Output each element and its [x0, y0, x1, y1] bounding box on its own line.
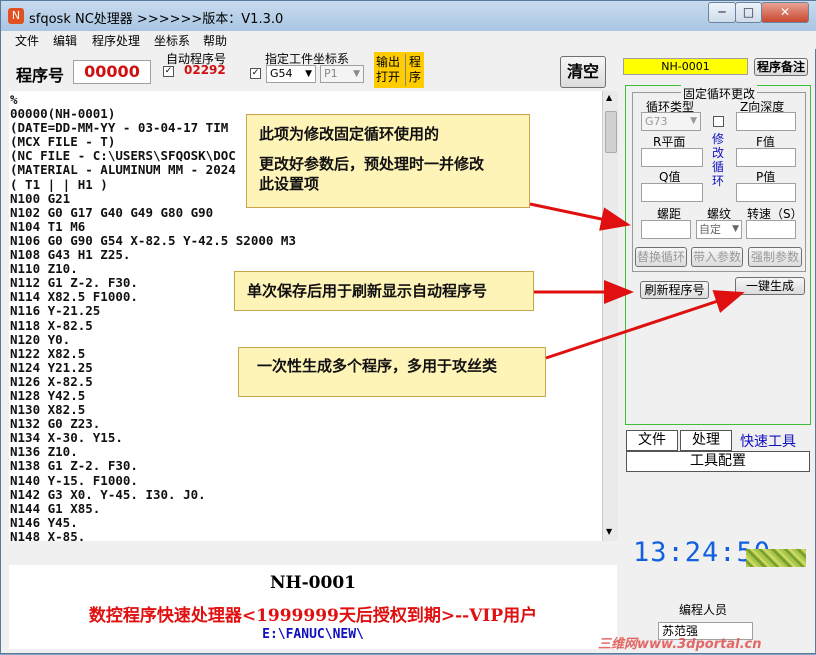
arrow-to-generate [545, 290, 745, 360]
app-window: N sfqosk NC处理器 >>>>>>版本：V1.3.0 ─ □ ✕ 文件 … [0, 0, 816, 654]
arrow-overlay [529, 202, 745, 360]
arrow-to-cycle-fields [529, 202, 631, 231]
